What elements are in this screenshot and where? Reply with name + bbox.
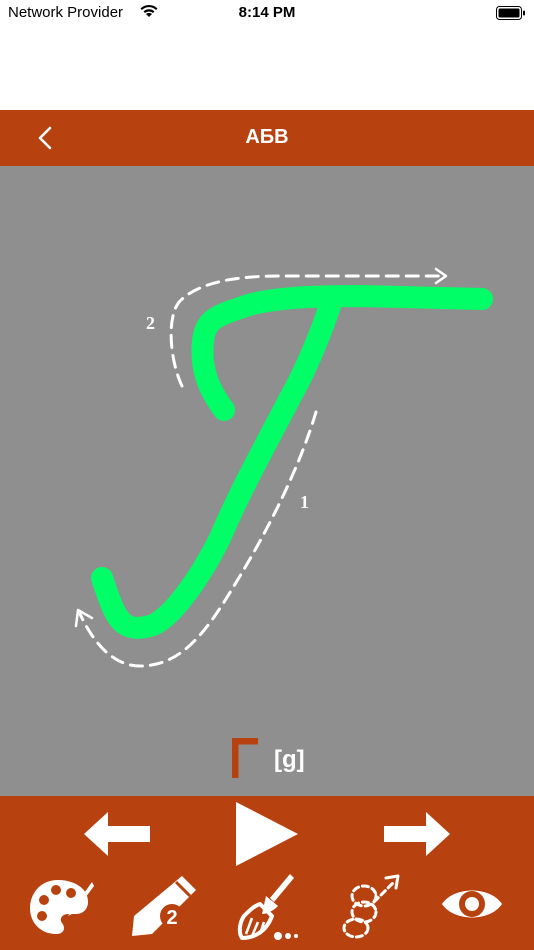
- letter-transcription: [g]: [274, 746, 305, 773]
- palette-icon[interactable]: [28, 876, 96, 938]
- eye-icon[interactable]: [440, 882, 504, 926]
- pencil-badge: 2: [166, 907, 177, 929]
- arrow-left-icon[interactable]: [84, 812, 152, 856]
- broom-icon[interactable]: [236, 872, 300, 942]
- bottom-toolbar: 2: [0, 796, 534, 950]
- letter-glyph: [231, 737, 260, 780]
- drawing-canvas[interactable]: 1 2 [g]: [0, 166, 534, 796]
- stroke-number-1: 1: [300, 492, 309, 512]
- status-time: 8:14 PM: [238, 4, 296, 21]
- stroke-number-2: 2: [146, 313, 155, 333]
- play-icon[interactable]: [236, 802, 298, 866]
- letter-caption: [g]: [0, 737, 534, 788]
- arrow-right-icon[interactable]: [382, 812, 450, 856]
- user-trace-stroke: [91, 285, 493, 639]
- guide-stroke-1: [74, 410, 318, 668]
- battery-icon: [496, 6, 526, 24]
- status-bar: Network Provider 8:14 PM: [0, 0, 534, 26]
- ad-banner-area: [0, 26, 534, 110]
- page-title: АБВ: [245, 126, 289, 148]
- pencil-icon[interactable]: 2: [130, 872, 200, 938]
- nav-bar: АБВ: [0, 110, 534, 166]
- trace-path-icon[interactable]: [338, 872, 404, 942]
